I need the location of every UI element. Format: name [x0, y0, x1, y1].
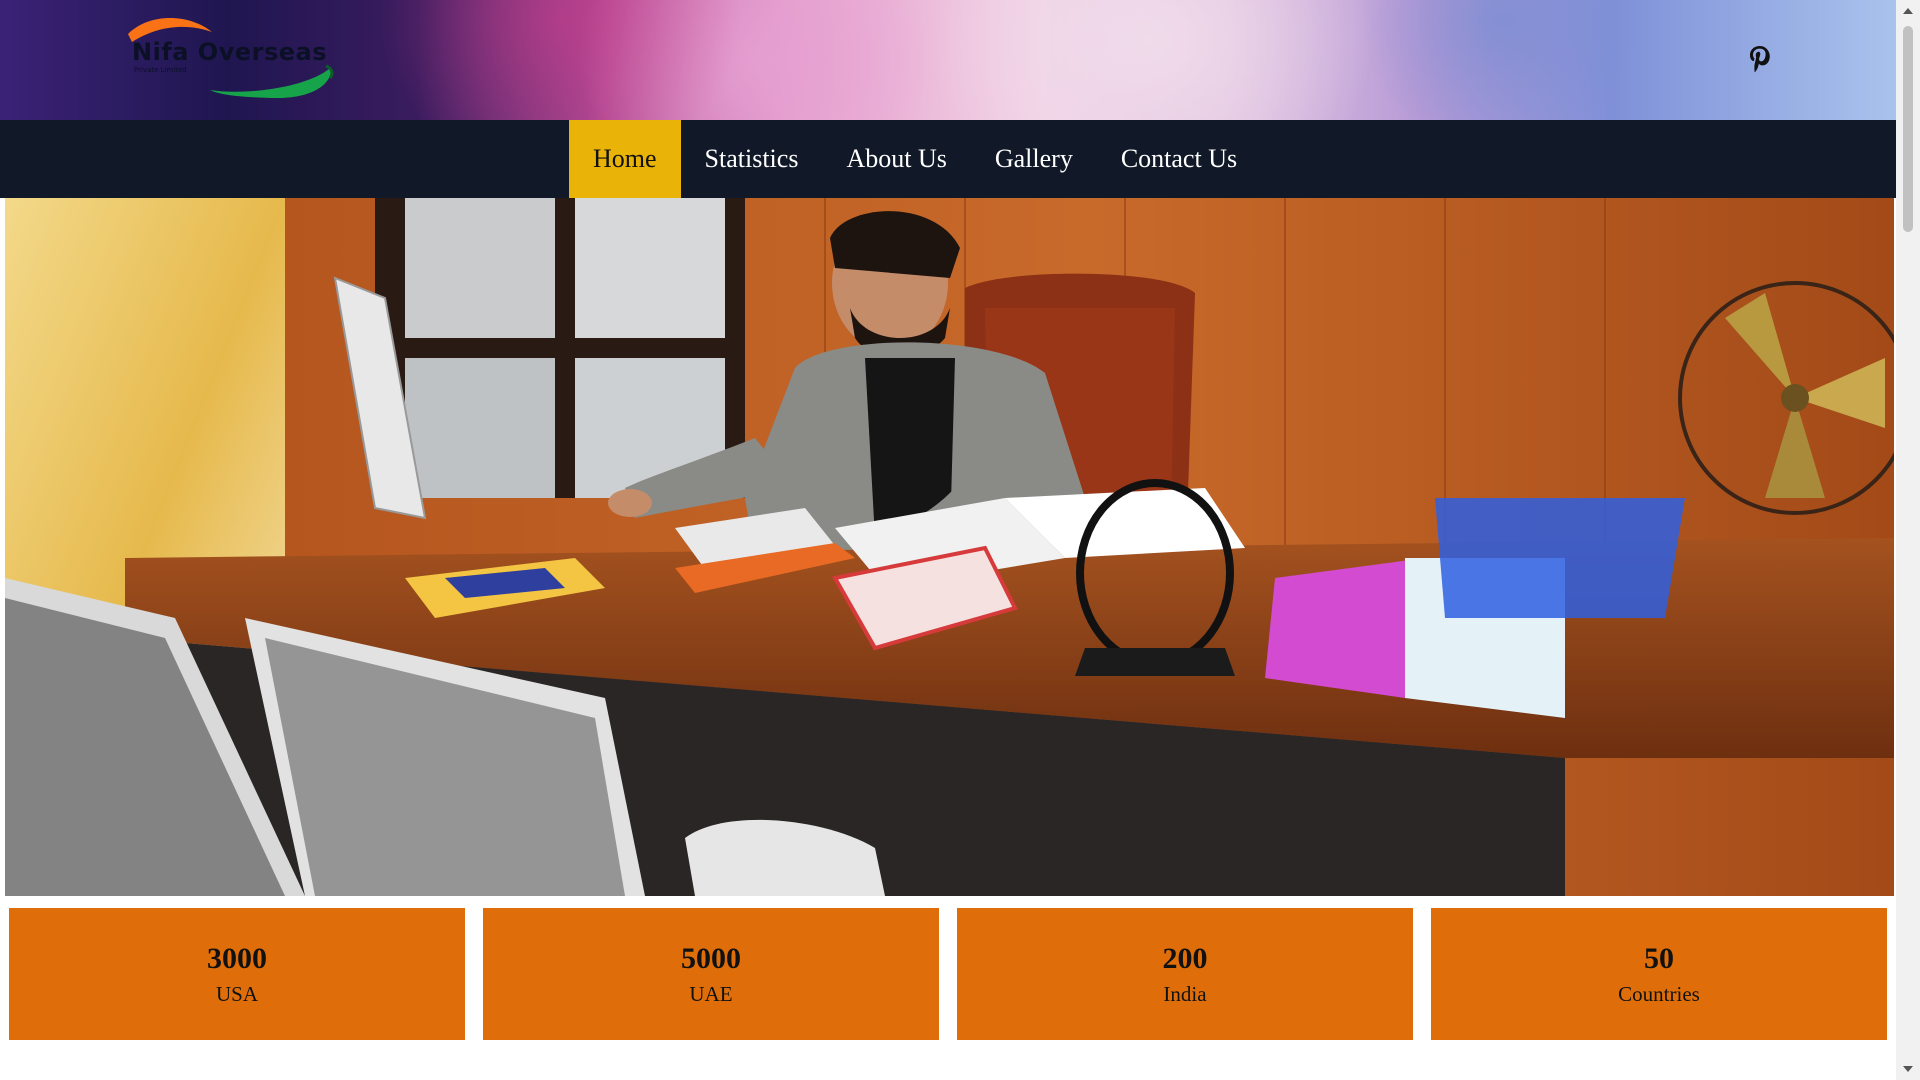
scroll-thumb[interactable] — [1903, 26, 1913, 232]
stat-card-uae: 5000 UAE — [483, 908, 939, 1040]
stat-label: Countries — [1618, 982, 1700, 1006]
nav-item-statistics[interactable]: Statistics — [681, 120, 823, 198]
scroll-down-icon[interactable] — [1903, 1066, 1913, 1072]
stat-card-countries: 50 Countries — [1431, 908, 1887, 1040]
stat-card-india: 200 India — [957, 908, 1413, 1040]
stat-label: USA — [215, 982, 258, 1006]
nav-item-contact-us[interactable]: Contact Us — [1097, 120, 1261, 198]
brand-logo[interactable]: Nifa Overseas Private Limited — [120, 16, 340, 98]
office-scene-image — [5, 198, 1894, 896]
stat-value: 50 — [1644, 942, 1674, 975]
nav-item-about-us[interactable]: About Us — [822, 120, 970, 198]
stat-value: 200 — [1162, 942, 1208, 975]
brand-name: Nifa Overseas — [132, 38, 328, 66]
nav-list: Home Statistics About Us Gallery Contact… — [569, 120, 1261, 198]
stat-label: India — [1163, 982, 1207, 1006]
site-header: Nifa Overseas Private Limited — [0, 0, 1896, 120]
stat-card-usa: 3000 USA — [9, 908, 465, 1040]
page-scrollbar[interactable] — [1896, 0, 1920, 1080]
nav-item-gallery[interactable]: Gallery — [971, 120, 1097, 198]
brand-tagline: Private Limited — [134, 66, 187, 74]
stat-label: UAE — [689, 982, 733, 1006]
main-nav: Home Statistics About Us Gallery Contact… — [0, 120, 1896, 198]
stat-value: 5000 — [681, 942, 741, 975]
scroll-up-icon[interactable] — [1903, 8, 1913, 14]
pinterest-icon[interactable] — [1748, 44, 1772, 74]
hero-image — [5, 198, 1894, 896]
stats-section: 3000 USA 5000 UAE 200 India 50 Countries — [9, 908, 1887, 1040]
stat-value: 3000 — [207, 942, 267, 975]
page: Nifa Overseas Private Limited Home Stati… — [0, 0, 1896, 1080]
nav-item-home[interactable]: Home — [569, 120, 681, 198]
